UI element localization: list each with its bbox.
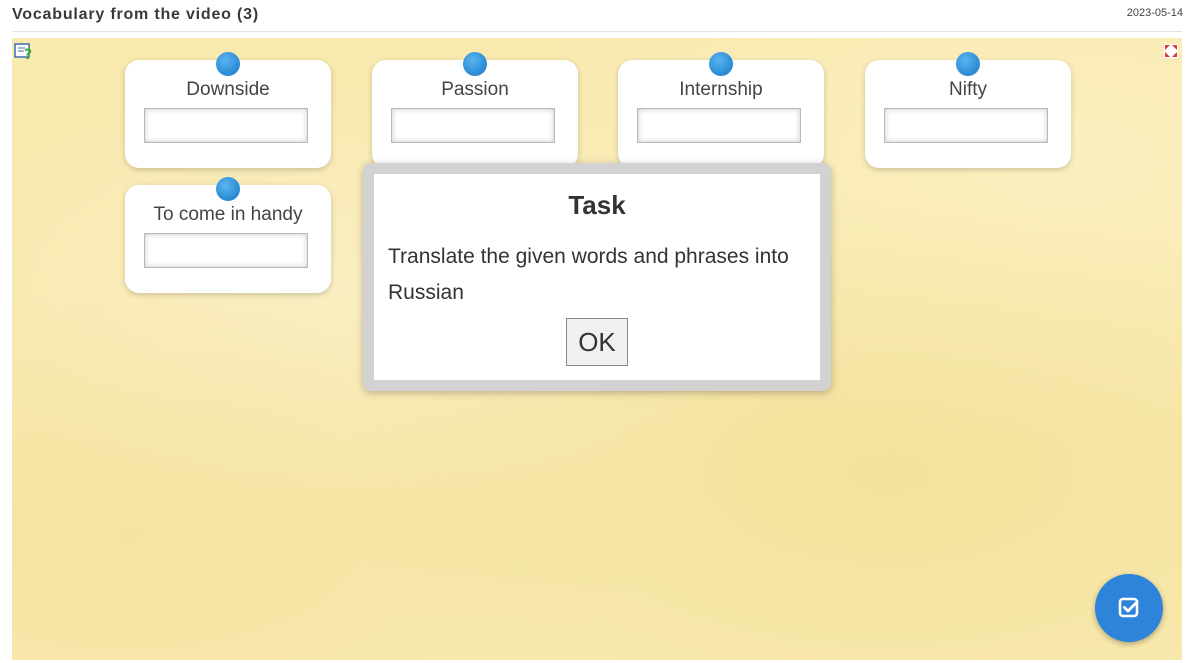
vocab-card-nifty: Nifty	[865, 52, 1071, 168]
dialog-text: Translate the given words and phrases in…	[388, 245, 789, 304]
page: Vocabulary from the video (3) 2023-05-14…	[0, 0, 1194, 663]
check-button[interactable]	[1095, 574, 1163, 642]
task-dialog: Task Translate the given words and phras…	[363, 163, 831, 391]
card-label: Passion	[441, 79, 509, 100]
vocab-card-to-come-in-handy: To come in handy	[125, 177, 331, 293]
translation-input[interactable]	[391, 108, 555, 143]
vocab-card-internship: Internship	[618, 52, 824, 168]
page-title: Vocabulary from the video (3)	[12, 6, 259, 23]
translation-input[interactable]	[637, 108, 801, 143]
pin-icon	[709, 52, 733, 76]
date-label: 2023-05-14	[1126, 7, 1183, 19]
card-label: Nifty	[949, 79, 987, 100]
svg-text:?: ?	[24, 47, 32, 62]
pin-icon	[216, 177, 240, 201]
pin-icon	[216, 52, 240, 76]
translation-input[interactable]	[144, 108, 308, 143]
header-bar: Vocabulary from the video (3) 2023-05-14	[0, 0, 1194, 34]
check-icon	[1117, 596, 1141, 620]
translation-input[interactable]	[884, 108, 1048, 143]
vocab-card-downside: Downside	[125, 52, 331, 168]
pin-icon	[956, 52, 980, 76]
fullscreen-icon[interactable]	[1164, 44, 1178, 58]
dialog-title: Task	[568, 190, 626, 220]
card-label: Downside	[186, 79, 270, 100]
help-icon[interactable]: ?	[14, 42, 36, 63]
card-label: Internship	[679, 79, 763, 100]
exercise-board: ? Downside Passion Internship Nifty To c…	[12, 38, 1182, 660]
pin-icon	[463, 52, 487, 76]
vocab-card-passion: Passion	[372, 52, 578, 168]
card-label: To come in handy	[153, 204, 303, 225]
ok-button[interactable]: OK	[566, 318, 628, 366]
header-divider	[12, 31, 1182, 32]
translation-input[interactable]	[144, 233, 308, 268]
